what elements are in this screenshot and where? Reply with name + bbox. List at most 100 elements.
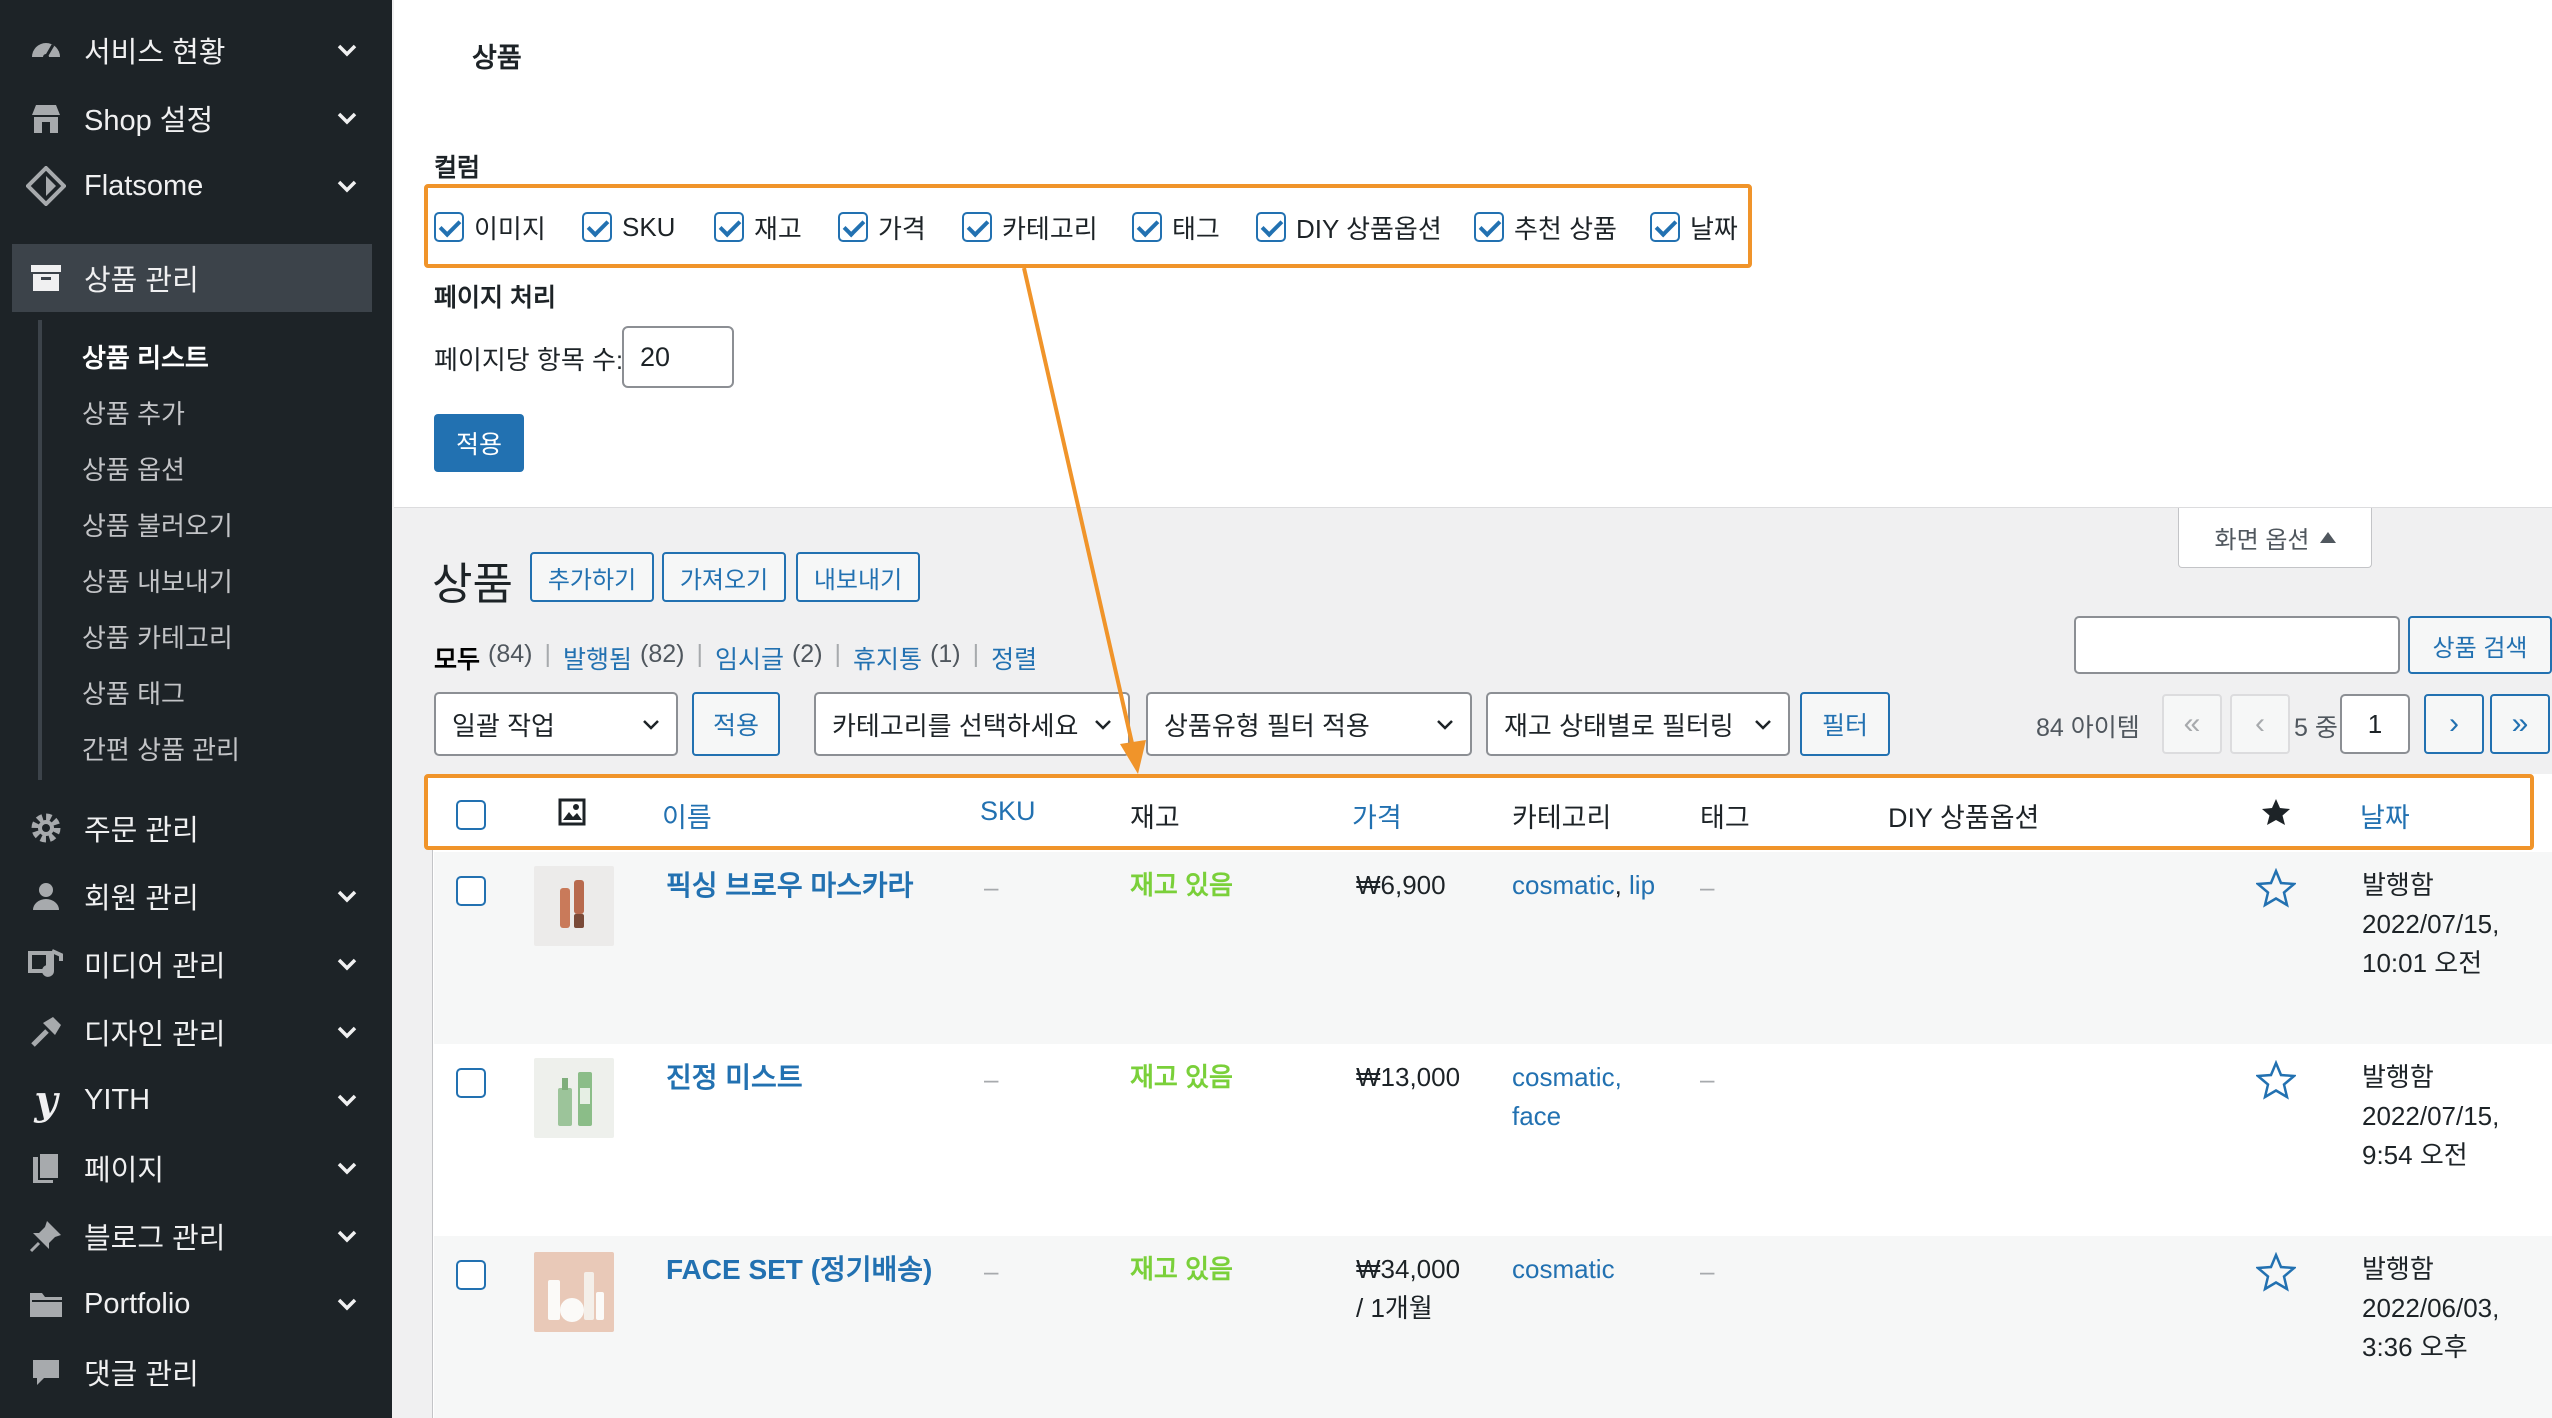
column-header-tag: 태그 bbox=[1700, 803, 1750, 833]
product-search-input[interactable] bbox=[2074, 616, 2400, 674]
submenu-tags[interactable]: 상품 태그 bbox=[82, 674, 185, 711]
submenu-categories[interactable]: 상품 카테고리 bbox=[82, 618, 233, 655]
column-toggle-tag[interactable]: 태그 bbox=[1132, 210, 1220, 244]
product-thumbnail[interactable] bbox=[534, 1252, 614, 1332]
separator: | bbox=[834, 640, 842, 668]
checkbox[interactable] bbox=[1474, 212, 1504, 242]
submenu-import[interactable]: 상품 불러오기 bbox=[82, 506, 233, 543]
sidebar-item-orders[interactable]: 주문 관리 bbox=[0, 798, 392, 858]
sidebar-item-dashboard[interactable]: 서비스 현황 bbox=[0, 20, 392, 80]
checkbox[interactable] bbox=[1650, 212, 1680, 242]
checkbox[interactable] bbox=[582, 212, 612, 242]
featured-star-icon[interactable] bbox=[2256, 868, 2296, 908]
sidebar-item-label: Flatsome bbox=[84, 169, 204, 202]
row-checkbox[interactable] bbox=[456, 1068, 486, 1098]
publish-time: 9:54 오전 bbox=[2362, 1140, 2468, 1170]
media-icon bbox=[26, 944, 66, 984]
submenu-product-options[interactable]: 상품 옵션 bbox=[82, 450, 185, 487]
sidebar-item-pages[interactable]: 페이지 bbox=[0, 1138, 392, 1198]
stock-status-filter-select[interactable]: 재고 상태별로 필터링 bbox=[1486, 692, 1790, 756]
product-name-link[interactable]: 픽싱 브로우 마스카라 bbox=[666, 866, 913, 905]
checkbox[interactable] bbox=[962, 212, 992, 242]
select-all-checkbox[interactable] bbox=[456, 800, 486, 830]
checkbox[interactable] bbox=[714, 212, 744, 242]
column-toggle-diy[interactable]: DIY 상품옵션 bbox=[1256, 210, 1442, 244]
bulk-action-select[interactable]: 일괄 작업 bbox=[434, 692, 678, 756]
product-tags: – bbox=[1700, 1256, 1715, 1286]
submenu-export[interactable]: 상품 내보내기 bbox=[82, 562, 233, 599]
column-toggle-sku[interactable]: SKU bbox=[582, 210, 675, 244]
product-name-link[interactable]: 진정 미스트 bbox=[666, 1058, 803, 1097]
product-search-button[interactable]: 상품 검색 bbox=[2408, 616, 2552, 674]
column-toggle-date[interactable]: 날짜 bbox=[1650, 210, 1738, 244]
screen-options-apply-button[interactable]: 적용 bbox=[434, 414, 524, 472]
sidebar-item-design[interactable]: 디자인 관리 bbox=[0, 1002, 392, 1062]
sidebar-item-members[interactable]: 회원 관리 bbox=[0, 866, 392, 926]
bulk-apply-button[interactable]: 적용 bbox=[692, 692, 780, 756]
sidebar-item-products[interactable]: 상품 관리 bbox=[12, 244, 372, 312]
featured-star-icon[interactable] bbox=[2256, 1252, 2296, 1292]
sidebar-item-flatsome[interactable]: Flatsome bbox=[0, 156, 392, 216]
view-all-count: (84) bbox=[488, 640, 533, 668]
column-toggle-featured[interactable]: 추천 상품 bbox=[1474, 210, 1617, 244]
product-name-link[interactable]: FACE SET (정기배송) bbox=[666, 1250, 932, 1289]
stock-status: 재고 있음 bbox=[1130, 870, 1233, 900]
category-link[interactable]: cosmatic bbox=[1512, 870, 1615, 900]
column-toggle-category[interactable]: 카테고리 bbox=[962, 210, 1098, 244]
category-link[interactable]: face bbox=[1512, 1097, 1561, 1136]
category-link[interactable]: cosmatic, bbox=[1512, 1058, 1622, 1097]
column-toggle-stock[interactable]: 재고 bbox=[714, 210, 802, 244]
first-page-button[interactable]: « bbox=[2162, 694, 2222, 754]
submenu-add-product[interactable]: 상품 추가 bbox=[82, 394, 185, 431]
view-draft[interactable]: 임시글 bbox=[715, 640, 784, 676]
publish-date: 2022/06/03, bbox=[2362, 1293, 2500, 1323]
column-header-price[interactable]: 가격 bbox=[1352, 796, 1402, 835]
product-tags: – bbox=[1700, 1064, 1715, 1094]
featured-star-icon[interactable] bbox=[2256, 1060, 2296, 1100]
column-toggle-price[interactable]: 가격 bbox=[838, 210, 926, 244]
view-trash[interactable]: 휴지통 bbox=[853, 640, 922, 676]
export-button[interactable]: 내보내기 bbox=[796, 552, 920, 602]
per-page-input[interactable]: 20 bbox=[622, 326, 734, 388]
sidebar-item-media[interactable]: 미디어 관리 bbox=[0, 934, 392, 994]
column-header-date[interactable]: 날짜 bbox=[2360, 796, 2410, 835]
prev-page-button[interactable]: ‹ bbox=[2230, 694, 2290, 754]
submenu-quick-edit[interactable]: 간편 상품 관리 bbox=[82, 730, 240, 767]
product-type-filter-select[interactable]: 상품유형 필터 적용 bbox=[1146, 692, 1472, 756]
screen-options-tab[interactable]: 화면 옵션 bbox=[2178, 508, 2372, 568]
last-page-button[interactable]: » bbox=[2490, 694, 2550, 754]
row-checkbox[interactable] bbox=[456, 876, 486, 906]
sidebar-item-shop-settings[interactable]: Shop 설정 bbox=[0, 88, 392, 148]
product-thumbnail[interactable] bbox=[534, 866, 614, 946]
sidebar-item-blog[interactable]: 블로그 관리 bbox=[0, 1206, 392, 1266]
publish-status: 발행함 bbox=[2362, 1062, 2434, 1092]
sidebar-item-yith[interactable]: y YITH bbox=[0, 1070, 392, 1130]
category-link[interactable]: cosmatic bbox=[1512, 1250, 1615, 1289]
submenu-product-list[interactable]: 상품 리스트 bbox=[82, 338, 209, 375]
sidebar-item-comments[interactable]: 댓글 관리 bbox=[0, 1342, 392, 1402]
category-filter-select[interactable]: 카테고리를 선택하세요 bbox=[814, 692, 1130, 756]
add-product-button[interactable]: 추가하기 bbox=[530, 552, 654, 602]
next-page-button[interactable]: › bbox=[2424, 694, 2484, 754]
product-thumbnail[interactable] bbox=[534, 1058, 614, 1138]
view-sort[interactable]: 정렬 bbox=[991, 640, 1037, 676]
column-toggle-image[interactable]: 이미지 bbox=[434, 210, 546, 244]
sidebar-item-portfolio[interactable]: Portfolio bbox=[0, 1274, 392, 1334]
checkbox[interactable] bbox=[838, 212, 868, 242]
view-all[interactable]: 모두 bbox=[434, 640, 480, 676]
checkbox[interactable] bbox=[434, 212, 464, 242]
current-page-input[interactable]: 1 bbox=[2340, 694, 2410, 754]
featured-column-star-icon[interactable] bbox=[2260, 796, 2292, 833]
checkbox[interactable] bbox=[1256, 212, 1286, 242]
checkbox[interactable] bbox=[1132, 212, 1162, 242]
admin-sidebar: 서비스 현황 Shop 설정 Flatsome 상품 관리 상품 리스트 상품 … bbox=[0, 0, 392, 1418]
category-link[interactable]: lip bbox=[1629, 870, 1655, 900]
column-header-sku[interactable]: SKU bbox=[980, 796, 1036, 827]
import-button[interactable]: 가져오기 bbox=[662, 552, 786, 602]
row-checkbox[interactable] bbox=[456, 1260, 486, 1290]
chevron-down-icon bbox=[337, 44, 357, 57]
view-published[interactable]: 발행됨 bbox=[563, 640, 632, 676]
chevron-down-icon bbox=[337, 1094, 357, 1107]
filter-button[interactable]: 필터 bbox=[1800, 692, 1890, 756]
column-header-name[interactable]: 이름 bbox=[662, 796, 712, 835]
